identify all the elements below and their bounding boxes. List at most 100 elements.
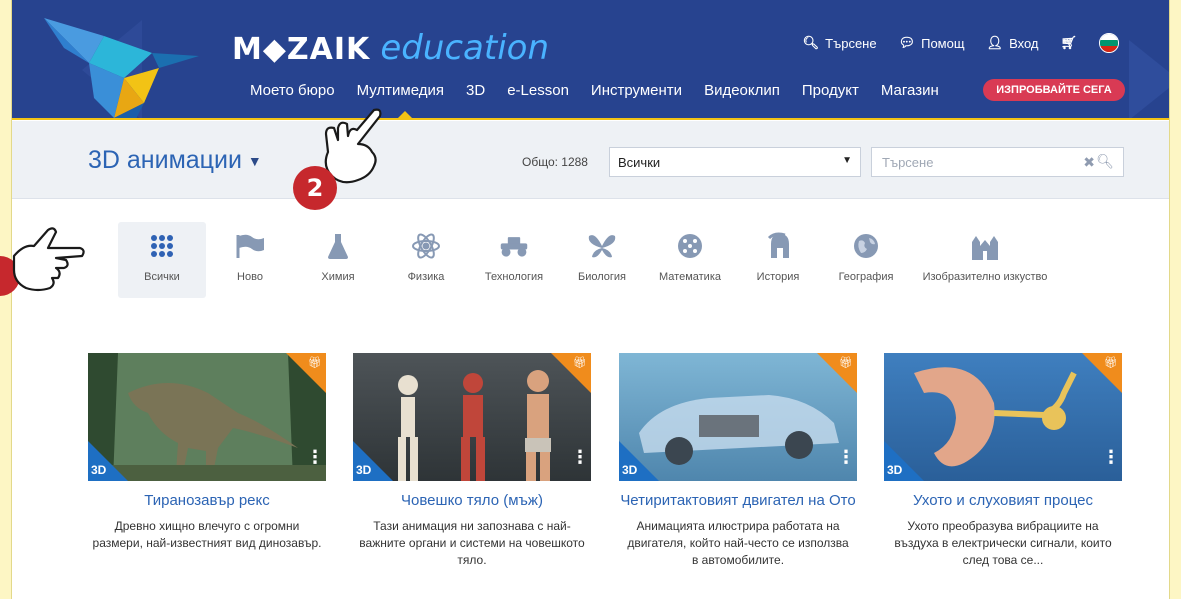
search-icon: 🔍︎: [802, 35, 820, 50]
category-label: Физика: [407, 271, 445, 283]
nav-item-multimedia[interactable]: Мултимедия: [346, 82, 455, 99]
caret-down-icon: ▼: [247, 152, 262, 169]
nav-item-shop[interactable]: Магазин: [870, 82, 950, 99]
category-history[interactable]: История: [734, 222, 822, 298]
help-link[interactable]: 💬︎ Помощ: [899, 35, 965, 51]
media-card: 🎁︎ 3D ⋮ Човешко тяло (мъж) Тази анимация…: [353, 353, 591, 569]
category-chemistry[interactable]: Химия: [294, 222, 382, 298]
gift-icon: 🎁︎: [1104, 356, 1118, 369]
category-label: Изобразително изкуство: [922, 271, 1048, 283]
card-description: Анимацията илюстрира работата на двигате…: [627, 519, 849, 567]
media-card: 🎁︎ 3D ⋮ Ухото и слуховият процес Ухото п…: [884, 353, 1122, 569]
nav-item-3d[interactable]: 3D: [455, 82, 496, 99]
car-icon: [499, 231, 529, 261]
category-label: Математика: [659, 271, 721, 283]
search-link-label: Търсене: [825, 35, 877, 51]
section-toolbar: 3D анимации ▼ Общо: 1288 Всички ▼ Търсен…: [12, 121, 1169, 199]
more-options-icon[interactable]: ⋮: [571, 449, 589, 467]
nav-item-elesson[interactable]: e-Lesson: [496, 82, 580, 99]
more-options-icon[interactable]: ⋮: [1102, 449, 1120, 467]
login-link-label: Вход: [1009, 35, 1039, 51]
dice-icon: [675, 231, 705, 261]
category-label: Химия: [321, 271, 355, 283]
category-label: География: [838, 271, 894, 283]
category-filter-bar: Всички Ново Химия Физика Технология Биол…: [118, 222, 1060, 298]
butterfly-icon: [587, 231, 617, 261]
3d-badge-label: 3D: [91, 463, 107, 477]
category-label: Всички: [144, 271, 180, 283]
category-fine-arts[interactable]: Изобразително изкуство: [910, 222, 1060, 298]
card-thumbnail[interactable]: 🎁︎ 3D ⋮: [353, 353, 591, 481]
user-icon: 👤︎: [986, 35, 1004, 50]
category-label: Биология: [577, 271, 626, 283]
cathedral-icon: [970, 231, 1000, 261]
section-title-dropdown[interactable]: 3D анимации ▼: [88, 146, 262, 175]
category-label: История: [756, 271, 800, 283]
bulgarian-flag-icon[interactable]: [1099, 33, 1119, 53]
search-placeholder: Търсене: [882, 154, 934, 170]
pointing-hand-left-icon: [12, 227, 85, 292]
help-link-label: Помощ: [921, 35, 965, 51]
header-decoration-right: [1129, 40, 1169, 120]
login-link[interactable]: 👤︎ Вход: [987, 35, 1039, 51]
filter-select[interactable]: Всички ▼: [609, 147, 861, 177]
category-label: Ново: [237, 271, 263, 283]
page-title: 3D анимации: [88, 146, 242, 174]
nav-item-my-desk[interactable]: Моето бюро: [239, 82, 346, 99]
category-all[interactable]: Всички: [118, 222, 206, 298]
flag-icon: [235, 231, 265, 261]
nav-item-videos[interactable]: Видеоклип: [693, 82, 791, 99]
logo-wordmark: M◆ZAIK: [232, 32, 371, 67]
step-number-badge: 2: [293, 166, 337, 210]
help-icon: 💬︎: [898, 35, 916, 50]
cart-link[interactable]: 🛒︎: [1060, 35, 1077, 51]
search-link[interactable]: 🔍︎ Търсене: [803, 35, 877, 51]
category-new[interactable]: Ново: [206, 222, 294, 298]
card-thumbnail[interactable]: 🎁︎ 3D ⋮: [88, 353, 326, 481]
utility-links: 🔍︎ Търсене 💬︎ Помощ 👤︎ Вход 🛒︎: [803, 33, 1119, 53]
atom-icon: [411, 231, 441, 261]
category-technology[interactable]: Технология: [470, 222, 558, 298]
search-icon[interactable]: 🔍︎: [1096, 153, 1114, 170]
category-label: Технология: [484, 271, 544, 283]
logo-subtitle: education: [380, 28, 550, 68]
card-title[interactable]: Човешко тяло (мъж): [353, 491, 591, 510]
media-card: 🎁︎ 3D ⋮ Тиранозавър рекс Древно хищно вл…: [88, 353, 326, 552]
filter-select-value: Всички: [618, 154, 661, 170]
card-description: Тази анимация ни запознава с най-важните…: [359, 519, 585, 567]
total-count: Общо: 1288: [522, 155, 588, 169]
card-title[interactable]: Тиранозавър рекс: [88, 491, 326, 510]
gift-icon: 🎁︎: [573, 356, 587, 369]
brand-logo[interactable]: M◆ZAIK education: [232, 28, 549, 68]
chevron-down-icon: ▼: [842, 155, 852, 166]
category-geography[interactable]: География: [822, 222, 910, 298]
search-input[interactable]: Търсене ✖ 🔍︎: [871, 147, 1124, 177]
grid-icon: [147, 231, 177, 261]
card-thumbnail[interactable]: 🎁︎ 3D ⋮: [884, 353, 1122, 481]
gift-icon: 🎁︎: [839, 356, 853, 369]
category-biology[interactable]: Биология: [558, 222, 646, 298]
card-title[interactable]: Ухото и слуховият процес: [884, 491, 1122, 510]
flask-icon: [323, 231, 353, 261]
site-header: M◆ZAIK education 🔍︎ Търсене 💬︎ Помощ 👤︎ …: [12, 0, 1169, 120]
try-now-button[interactable]: ИЗПРОБВАЙТЕ СЕГА: [983, 79, 1125, 101]
3d-badge-label: 3D: [887, 463, 903, 477]
card-description: Ухото преобразува вибрациите на въздуха …: [894, 519, 1112, 567]
app-frame: M◆ZAIK education 🔍︎ Търсене 💬︎ Помощ 👤︎ …: [11, 0, 1170, 599]
gift-icon: 🎁︎: [308, 356, 322, 369]
nav-item-product[interactable]: Продукт: [791, 82, 870, 99]
header-accent-line: [12, 118, 1169, 120]
category-math[interactable]: Математика: [646, 222, 734, 298]
more-options-icon[interactable]: ⋮: [837, 449, 855, 467]
cart-icon: 🛒︎: [1060, 35, 1077, 50]
media-card: 🎁︎ 3D ⋮ Четиритактовият двигател на Ото …: [619, 353, 857, 569]
card-title[interactable]: Четиритактовият двигател на Ото: [619, 491, 857, 510]
card-thumbnail[interactable]: 🎁︎ 3D ⋮: [619, 353, 857, 481]
main-nav: Моето бюро Мултимедия 3D e-Lesson Инстру…: [239, 82, 950, 99]
category-physics[interactable]: Физика: [382, 222, 470, 298]
nav-item-tools[interactable]: Инструменти: [580, 82, 693, 99]
clear-icon[interactable]: ✖: [1083, 154, 1095, 171]
more-options-icon[interactable]: ⋮: [306, 449, 324, 467]
globe-icon: [851, 231, 881, 261]
3d-badge-label: 3D: [356, 463, 372, 477]
